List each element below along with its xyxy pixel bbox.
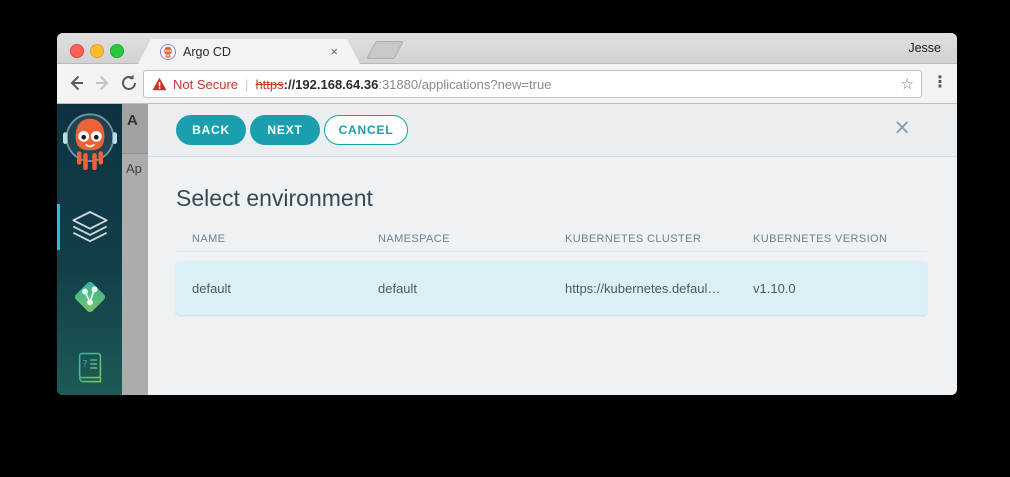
sidebar-item-help[interactable]: ?: [57, 351, 122, 385]
column-header-version: KUBERNETES VERSION: [737, 233, 927, 245]
browser-menu-icon[interactable]: ⋮: [932, 72, 948, 92]
browser-toolbar: Not Secure | https ://192.168.64.36 :318…: [57, 64, 957, 104]
reload-icon[interactable]: [119, 73, 139, 93]
argo-sidebar: ?: [57, 104, 122, 395]
argo-favicon-icon: [160, 44, 176, 60]
git-repositories-icon: [72, 279, 108, 315]
column-header-cluster: KUBERNETES CLUSTER: [549, 233, 737, 245]
new-application-wizard-panel: BACK NEXT CANCEL × Select environment NA…: [148, 104, 957, 395]
wizard-toolbar: BACK NEXT CANCEL ×: [148, 104, 957, 157]
chrome-profile-name[interactable]: Jesse: [908, 41, 941, 55]
window-minimize-button[interactable]: [90, 44, 104, 58]
browser-tab-argo-cd[interactable]: Argo CD ×: [138, 39, 360, 64]
window-close-button[interactable]: [70, 44, 84, 58]
window-zoom-button[interactable]: [110, 44, 124, 58]
applications-layers-icon: [70, 210, 110, 244]
close-icon[interactable]: ×: [893, 117, 911, 138]
forward-icon[interactable]: [93, 73, 113, 93]
column-header-name: NAME: [176, 233, 362, 245]
column-header-namespace: NAMESPACE: [362, 233, 549, 245]
help-docs-icon: ?: [74, 351, 106, 385]
argo-octopus-logo-icon: [63, 110, 117, 178]
browser-titlebar: Argo CD × Jesse: [57, 33, 957, 64]
address-bar[interactable]: Not Secure | https ://192.168.64.36 :318…: [143, 70, 922, 98]
cell-kubernetes-version: v1.10.0: [737, 281, 927, 296]
table-row-default-environment[interactable]: default default https://kubernetes.defau…: [176, 261, 927, 315]
sidebar-item-applications[interactable]: [57, 210, 122, 244]
cancel-button[interactable]: CANCEL: [324, 115, 408, 145]
dimmed-background-page: A Ap: [122, 104, 148, 395]
url-path: :31880/applications?new=true: [378, 77, 551, 92]
cell-namespace: default: [362, 281, 549, 296]
new-tab-button[interactable]: [366, 41, 404, 59]
cell-cluster-url: https://kubernetes.defaul…: [549, 281, 737, 296]
tab-close-icon[interactable]: ×: [330, 45, 338, 58]
next-button[interactable]: NEXT: [250, 115, 320, 145]
omnibox-separator: |: [245, 77, 248, 92]
dimmed-title-fragment: A: [127, 112, 138, 129]
tab-title: Argo CD: [183, 45, 330, 59]
environments-table: NAME NAMESPACE KUBERNETES CLUSTER KUBERN…: [176, 227, 927, 315]
page-title: Select environment: [176, 185, 373, 212]
bookmark-star-icon[interactable]: ☆: [901, 77, 914, 92]
table-header-row: NAME NAMESPACE KUBERNETES CLUSTER KUBERN…: [176, 227, 927, 252]
sidebar-item-repositories[interactable]: [57, 279, 122, 315]
url-scheme-struck: https: [255, 77, 283, 92]
not-secure-label: Not Secure: [173, 77, 238, 92]
browser-window: Argo CD × Jesse Not Secure |: [57, 33, 957, 395]
back-button[interactable]: BACK: [176, 115, 246, 145]
back-icon[interactable]: [66, 73, 86, 93]
url-host: ://192.168.64.36: [284, 77, 379, 92]
dimmed-text-fragment: Ap: [126, 161, 142, 176]
not-secure-warning-icon: [152, 77, 167, 91]
page-content: ? A Ap BACK NEXT CANCEL × Select environ…: [57, 104, 957, 395]
svg-text:?: ?: [82, 359, 87, 369]
wizard-body: Select environment NAME NAMESPACE KUBERN…: [148, 157, 957, 395]
cell-name: default: [176, 281, 362, 296]
